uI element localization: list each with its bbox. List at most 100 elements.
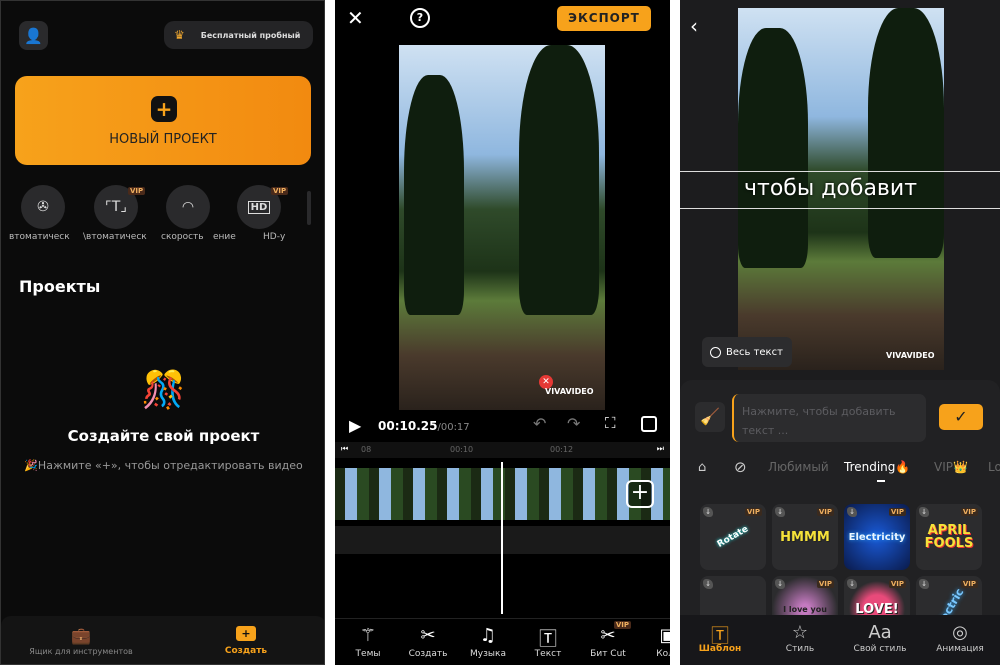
- fullscreen-icon[interactable]: ⛶: [605, 414, 616, 432]
- video-preview[interactable]: ✕ VIVAVIDEO: [399, 45, 605, 410]
- tool-label: HD-у: [263, 232, 286, 242]
- scissors-icon: ✂: [420, 625, 436, 646]
- overlay-text: чтобы добавит: [744, 176, 918, 201]
- nav-toolbox[interactable]: 💼 Ящик для инструментов: [21, 626, 141, 656]
- free-trial-button[interactable]: ♛ Бесплатный пробный: [164, 21, 313, 49]
- vip-badge: VIP: [128, 187, 146, 195]
- vip-badge: VIP: [816, 580, 834, 588]
- crown-icon: ♛: [174, 28, 185, 42]
- download-icon: ↓: [919, 507, 929, 517]
- template-card[interactable]: ↓ VIP Rotate: [700, 504, 766, 570]
- tool-4-button[interactable]: ✂ Бит Cut VIP: [583, 621, 633, 659]
- ruler-tick: 08: [361, 445, 372, 454]
- radio-icon: [710, 346, 721, 358]
- jump-start-icon[interactable]: ⏮: [341, 444, 348, 454]
- download-icon: ↓: [775, 507, 785, 517]
- tool-2-button[interactable]: ◠: [166, 185, 210, 229]
- tab-2[interactable]: VIP👑: [934, 460, 968, 474]
- confetti-icon: 🎊: [141, 370, 186, 411]
- nav-label: Создать: [224, 646, 268, 656]
- new-project-button[interactable]: + НОВЫЙ ПРОЕКТ: [15, 76, 311, 165]
- template-card[interactable]: ↓ VIP APRIL FOOLS: [916, 504, 982, 570]
- clear-brush-icon[interactable]: 🧹: [695, 402, 725, 432]
- tab-1[interactable]: Trending🔥: [844, 460, 910, 474]
- watermark: VIVAVIDEO: [886, 351, 935, 360]
- profile-button[interactable]: 👤: [19, 21, 48, 50]
- collapse-panel-icon[interactable]: [641, 416, 657, 432]
- tab-0[interactable]: Любимый: [768, 460, 829, 474]
- user-icon: 👤: [24, 26, 43, 45]
- tool-0-button[interactable]: ⚚ Темы: [343, 625, 393, 659]
- tool-partial[interactable]: [307, 191, 311, 225]
- empty-hint: 🎉Нажмите «+», чтобы отредактировать виде…: [24, 459, 303, 472]
- text-overlay-box[interactable]: чтобы добавит: [680, 171, 1000, 209]
- jump-end-icon[interactable]: ⏭: [657, 444, 664, 454]
- speedometer-icon: ◠: [181, 199, 195, 215]
- nav-animation[interactable]: ◎ Анимация: [920, 622, 1000, 654]
- template-icon: 🅃: [711, 626, 729, 647]
- confirm-button[interactable]: ✓: [939, 404, 983, 430]
- font-icon: Aa: [868, 622, 892, 643]
- nav-font[interactable]: Aa Свой стиль: [840, 622, 920, 654]
- download-icon: ↓: [919, 579, 929, 589]
- redo-icon[interactable]: ↷: [567, 414, 580, 433]
- tool-0-button[interactable]: ✇: [21, 185, 65, 229]
- template-card[interactable]: ↓ VIP Electricity: [844, 504, 910, 570]
- text-input[interactable]: Нажмите, чтобы добавить текст ...: [732, 394, 926, 442]
- collage-icon: ▣: [659, 625, 670, 646]
- nav-label: Стиль: [785, 644, 815, 654]
- nav-create[interactable]: + Создать: [206, 626, 286, 656]
- video-plus-icon: +: [236, 626, 256, 641]
- nav-template[interactable]: 🅃 Шаблон: [680, 622, 760, 654]
- tool-label: Бит Cut: [590, 649, 626, 659]
- text-scan-icon: ⌜T⌟: [105, 199, 127, 215]
- store-icon[interactable]: ⌂: [698, 460, 706, 475]
- vip-badge: VIP: [888, 508, 906, 516]
- template-card[interactable]: ↓ VIP HMMM: [772, 504, 838, 570]
- back-icon[interactable]: ‹: [690, 14, 698, 38]
- tool-label: ение: [213, 232, 236, 242]
- tool-label: Темы: [355, 649, 381, 659]
- timeline-ruler[interactable]: ⏮ 08 00:10 00:12 ⏭: [335, 442, 670, 458]
- nav-label: Свой стиль: [853, 644, 907, 654]
- hd-icon: HD: [247, 200, 271, 214]
- all-text-toggle[interactable]: Весь текст: [702, 337, 792, 367]
- current-time: 00:10.25: [378, 419, 438, 433]
- projects-title: Проекты: [19, 277, 101, 296]
- template-preview-text: I love you: [783, 604, 827, 614]
- add-clip-button[interactable]: +: [626, 480, 654, 508]
- help-icon[interactable]: ?: [410, 8, 430, 28]
- close-icon[interactable]: ✕: [347, 6, 364, 30]
- star-icon: ☆: [791, 622, 809, 643]
- new-project-label: НОВЫЙ ПРОЕКТ: [109, 132, 217, 147]
- vip-badge: VIP: [888, 580, 906, 588]
- tool-label: втоматическ: [9, 232, 70, 242]
- animation-icon: ◎: [952, 622, 968, 643]
- export-button[interactable]: ЭКСПОРТ: [557, 6, 651, 31]
- tool-5-button[interactable]: ▣ Колл: [643, 625, 670, 659]
- play-icon[interactable]: ▶: [349, 416, 361, 435]
- nav-label: Анимация: [936, 644, 984, 654]
- tool-3-button[interactable]: 🅃 Текст: [523, 625, 573, 659]
- template-preview-text: APRIL FOOLS: [924, 523, 974, 551]
- text-editor-screen: ‹ VIVAVIDEO чтобы добавит Весь текст 🧹 Н…: [680, 0, 1000, 665]
- ruler-tick: 00:10: [450, 445, 474, 454]
- tool-label: Создать: [408, 649, 448, 659]
- none-icon[interactable]: ⊘: [734, 458, 747, 476]
- tool-1-button[interactable]: ✂ Создать: [403, 625, 453, 659]
- vip-badge: VIP: [744, 508, 762, 516]
- tool-2-button[interactable]: ♫ Музыка: [463, 625, 513, 659]
- music-note-icon: ♫: [479, 625, 497, 646]
- plus-icon: +: [151, 96, 177, 122]
- nav-star[interactable]: ☆ Стиль: [760, 622, 840, 654]
- nav-label: Шаблон: [698, 644, 742, 654]
- tool-label: \втоматическ: [83, 232, 147, 242]
- vip-badge: VIP: [960, 580, 978, 588]
- undo-icon[interactable]: ↶: [533, 414, 546, 433]
- total-time: /00:17: [437, 422, 470, 433]
- tab-3[interactable]: Lo: [988, 460, 1000, 474]
- tool-label: скорость: [161, 232, 204, 242]
- playhead[interactable]: [501, 462, 503, 614]
- text-input-placeholder: Нажмите, чтобы добавить текст ...: [742, 405, 896, 437]
- template-preview-text: Rotate: [715, 524, 751, 550]
